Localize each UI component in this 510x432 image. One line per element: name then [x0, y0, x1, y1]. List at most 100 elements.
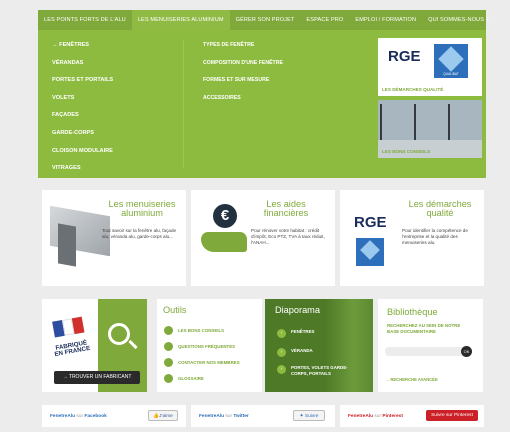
outils-item-contacter[interactable]: CONTACTER NOS MEMBRES: [164, 358, 240, 367]
facebook-label: FenetreAlu sur Facebook: [50, 414, 107, 419]
network-name[interactable]: Twitter: [233, 414, 248, 419]
nav-tab-qui-sommes-nous[interactable]: QUI SOMMES-NOUS ?: [422, 10, 495, 30]
outils-item-label: QUESTIONS FRÉQUENTES: [178, 344, 236, 349]
promo-bons-conseils[interactable]: LES BONS CONSEILS: [378, 100, 482, 158]
outils-item-label: CONTACTER NOS MEMBRES: [178, 360, 240, 365]
submenu-types-fenetre[interactable]: TYPES DE FENÊTRE: [203, 40, 283, 58]
qualibat-diamond-icon: [360, 240, 380, 260]
pinterest-label: FenetreAlu sur Pinterest: [348, 414, 403, 419]
arrow-right-icon: ›: [277, 329, 286, 338]
follow-label: Suivre: [304, 414, 319, 419]
trouver-fabricant-block: FABRIQUÉ EN FRANCE → TROUVER UN FABRICAN…: [42, 299, 147, 392]
card-menuiseries[interactable]: Les menuiseries aluminium Tout savoir su…: [42, 190, 186, 286]
pinterest-follow-button[interactable]: Suivre sur Pinterest: [426, 410, 478, 421]
rge-logo: RGE: [354, 214, 387, 231]
qualibat-logo: [356, 238, 384, 266]
menu-item-vitrages[interactable]: VITRAGES: [52, 163, 113, 181]
submenu-composition[interactable]: COMPOSITION D'UNE FENÊTRE: [203, 58, 283, 76]
promo-caption: LES BONS CONSEILS: [382, 149, 431, 154]
bibliotheque-description: RECHERCHEZ AU SEIN DE NOTRE BASE DOCUMEN…: [387, 323, 461, 334]
diaporama-item-veranda[interactable]: › VÉRANDA: [277, 348, 313, 357]
recherche-avancee-link[interactable]: → RECHERCHE AVANCÉE: [385, 377, 438, 382]
bibliotheque-title: Bibliothèque: [387, 307, 438, 317]
network-name[interactable]: Pinterest: [382, 414, 403, 419]
card-title: Les menuiseries aluminium: [108, 199, 176, 219]
pinterest-bar: FenetreAlu sur Pinterest Suivre sur Pint…: [340, 405, 484, 427]
twitter-follow-button[interactable]: ✦ Suivre: [293, 410, 325, 421]
facebook-bar: FenetreAlu sur Facebook 👍J'aime: [42, 405, 186, 427]
submenu-formes[interactable]: FORMES ET SUR MESURE: [203, 75, 283, 93]
card-text: Tout savoir sur la fenêtre alu, façade a…: [102, 228, 177, 239]
menu-item-verandas[interactable]: VÉRANDAS: [52, 58, 113, 76]
nav-tab-espace-pro[interactable]: ESPACE PRO: [300, 10, 349, 30]
outils-block: Outils LES BONS CONSEILS QUESTIONS FRÉQU…: [157, 299, 262, 392]
card-text: Pour rénover votre habitat : crédit d'im…: [251, 228, 325, 245]
facebook-like-button[interactable]: 👍J'aime: [148, 410, 178, 421]
nav-tab-gerer-projet[interactable]: GÉRER SON PROJET: [230, 10, 301, 30]
menu-divider: [183, 40, 184, 168]
rge-logo: RGE: [388, 48, 421, 65]
network-name[interactable]: Facebook: [84, 414, 106, 419]
search-ok-button[interactable]: OK: [461, 346, 472, 357]
window-frame-icon: [448, 104, 450, 140]
outils-title: Outils: [163, 305, 187, 315]
chat-icon: [164, 358, 173, 367]
outils-item-label: GLOSSAIRE: [178, 376, 204, 381]
outils-item-label: LES BONS CONSEILS: [178, 328, 225, 333]
like-label: J'aime: [159, 414, 173, 419]
promo-caption: LES DÉMARCHES QUALITÉ: [382, 87, 444, 92]
brand-name[interactable]: FenetreAlu: [199, 414, 224, 419]
menu-item-portes[interactable]: PORTES ET PORTAILS: [52, 75, 113, 93]
menu-item-cloison[interactable]: CLOISON MODULAIRE: [52, 146, 113, 164]
menu-item-garde-corps[interactable]: GARDE-CORPS: [52, 128, 113, 146]
diaporama-photo: [325, 299, 373, 392]
alu-profile: [58, 223, 76, 267]
nav-tab-emploi[interactable]: EMPLOI / FORMATION: [349, 10, 422, 30]
card-text: Pour identifier la compétence de l'entre…: [402, 228, 468, 245]
diaporama-block: Diaporama › FENÊTRES › VÉRANDA › PORTES,…: [265, 299, 373, 392]
card-aides-financieres[interactable]: € Les aides financières Pour rénover vot…: [191, 190, 335, 286]
question-icon: [164, 342, 173, 351]
qualibat-diamond-icon: [438, 46, 464, 72]
qualibat-logo: QUALIBAT: [434, 44, 468, 78]
bibliotheque-block: Bibliothèque RECHERCHEZ AU SEIN DE NOTRE…: [378, 299, 483, 392]
diaporama-item-label: PORTES, VOLETS GARDE-CORPS, PORTAILS: [291, 365, 348, 376]
twitter-label: FenetreAlu sur Twitter: [199, 414, 249, 419]
nav-tab-points-forts[interactable]: LES POINTS FORTS DE L'ALU: [38, 10, 132, 30]
brand-name[interactable]: FenetreAlu: [348, 414, 373, 419]
sur-label: sur: [374, 413, 382, 419]
diaporama-item-label: FENÊTRES: [291, 329, 315, 334]
nav-tab-menuiseries[interactable]: LES MENUISERIES ALUMINIUM: [131, 10, 230, 30]
diaporama-title: Diaporama: [275, 305, 320, 315]
window-frame-icon: [380, 104, 382, 140]
twitter-bar: FenetreAlu sur Twitter ✦ Suivre: [191, 405, 335, 427]
diaporama-item-label: VÉRANDA: [291, 348, 313, 353]
sur-label: sur: [76, 413, 84, 419]
window-frame-icon: [414, 104, 416, 140]
outils-item-bons-conseils[interactable]: LES BONS CONSEILS: [164, 326, 224, 335]
mega-menu-subitems: TYPES DE FENÊTRE COMPOSITION D'UNE FENÊT…: [203, 40, 283, 110]
menu-item-volets[interactable]: VOLETS: [52, 93, 113, 111]
bird-icon: ✦: [299, 414, 304, 419]
window-photo: [378, 100, 482, 140]
arrow-right-icon: ›: [277, 348, 286, 357]
magnifier-icon: [108, 323, 130, 345]
trouver-fabricant-button[interactable]: → TROUVER UN FABRICANT: [54, 371, 140, 384]
hand-icon: [201, 232, 247, 252]
diaporama-item-fenetres[interactable]: › FENÊTRES: [277, 329, 314, 338]
outils-item-questions[interactable]: QUESTIONS FRÉQUENTES: [164, 342, 235, 351]
menu-item-facades[interactable]: FAÇADES: [52, 110, 113, 128]
brand-name[interactable]: FenetreAlu: [50, 414, 75, 419]
book-icon: [164, 374, 173, 383]
outils-item-glossaire[interactable]: GLOSSAIRE: [164, 374, 204, 383]
submenu-accessoires[interactable]: ACCESSOIRES: [203, 93, 283, 111]
diaporama-item-portes[interactable]: › PORTES, VOLETS GARDE-CORPS, PORTAILS: [277, 365, 351, 376]
lightbulb-icon: [164, 326, 173, 335]
sur-label: sur: [225, 413, 233, 419]
menu-item-fenetres[interactable]: → FENÊTRES: [52, 40, 113, 58]
search-input[interactable]: [385, 347, 465, 356]
promo-demarches-qualite[interactable]: RGE QUALIBAT LES DÉMARCHES QUALITÉ: [378, 38, 482, 96]
qualibat-label: QUALIBAT: [443, 72, 459, 76]
card-title: Les aides financières: [263, 199, 309, 219]
card-demarches-qualite[interactable]: RGE Les démarches qualité Pour identifie…: [340, 190, 484, 286]
